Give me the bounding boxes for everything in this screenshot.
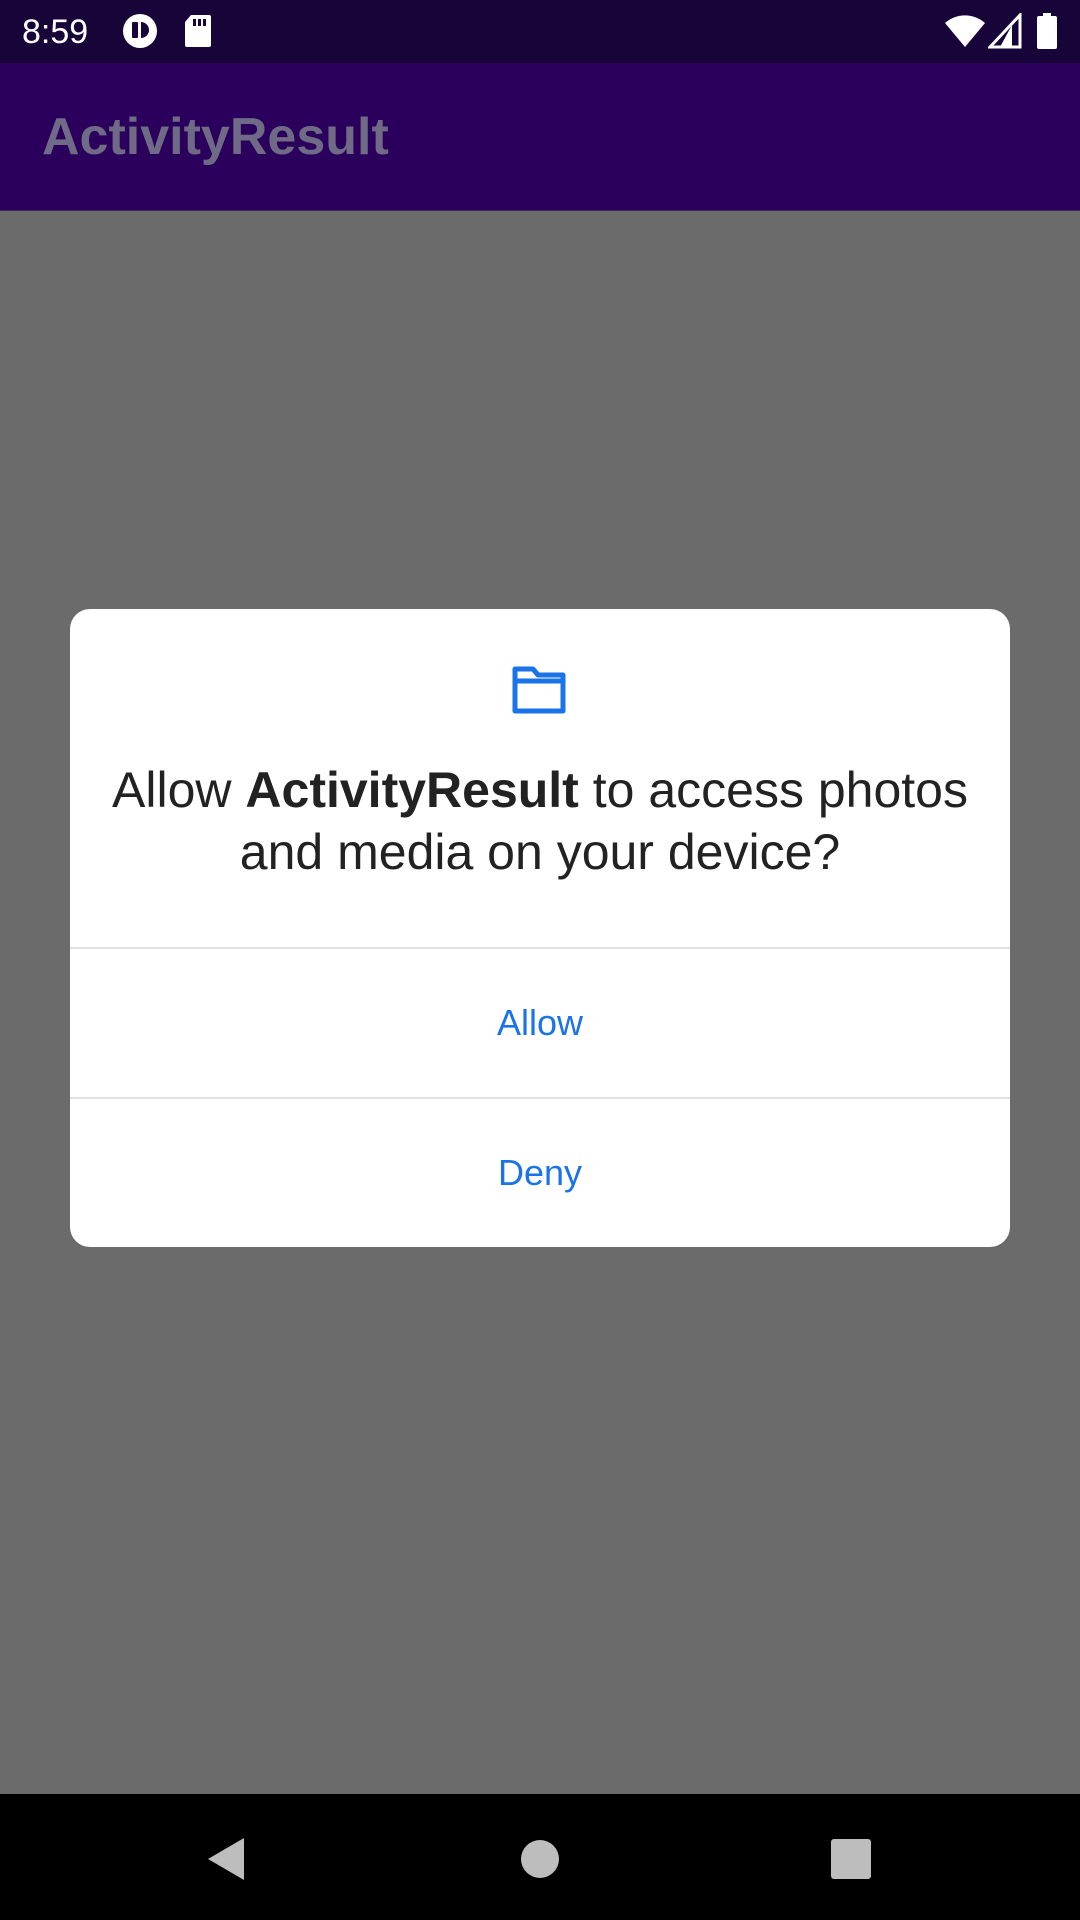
message-app-name: ActivityResult	[245, 762, 579, 818]
message-prefix: Allow	[112, 762, 246, 818]
status-bar: 8:59	[0, 0, 1080, 63]
back-icon[interactable]	[192, 1824, 262, 1894]
permission-dialog: Allow ActivityResult to access photos an…	[70, 609, 1010, 1247]
allow-button[interactable]: Allow	[70, 949, 1010, 1097]
app-bar: ActivityResult	[0, 63, 1080, 211]
allow-button-label: Allow	[496, 1002, 584, 1043]
app-notification-icon	[123, 14, 157, 48]
folder-icon	[512, 666, 566, 714]
cell-signal-icon	[988, 13, 1022, 49]
screen: 8:59 ActivityResult Allow ActivityResult…	[0, 0, 1080, 1920]
permission-message: Allow ActivityResult to access photos an…	[110, 759, 970, 883]
app-title: ActivityResult	[42, 108, 389, 166]
sd-card-icon	[185, 15, 211, 47]
wifi-icon	[945, 15, 985, 47]
deny-button-label: Deny	[497, 1152, 583, 1193]
status-time: 8:59	[22, 13, 89, 51]
battery-icon	[1037, 13, 1057, 49]
home-icon[interactable]	[505, 1824, 575, 1894]
deny-button[interactable]: Deny	[70, 1099, 1010, 1247]
recents-icon[interactable]	[816, 1824, 886, 1894]
navigation-bar	[0, 1794, 1080, 1920]
